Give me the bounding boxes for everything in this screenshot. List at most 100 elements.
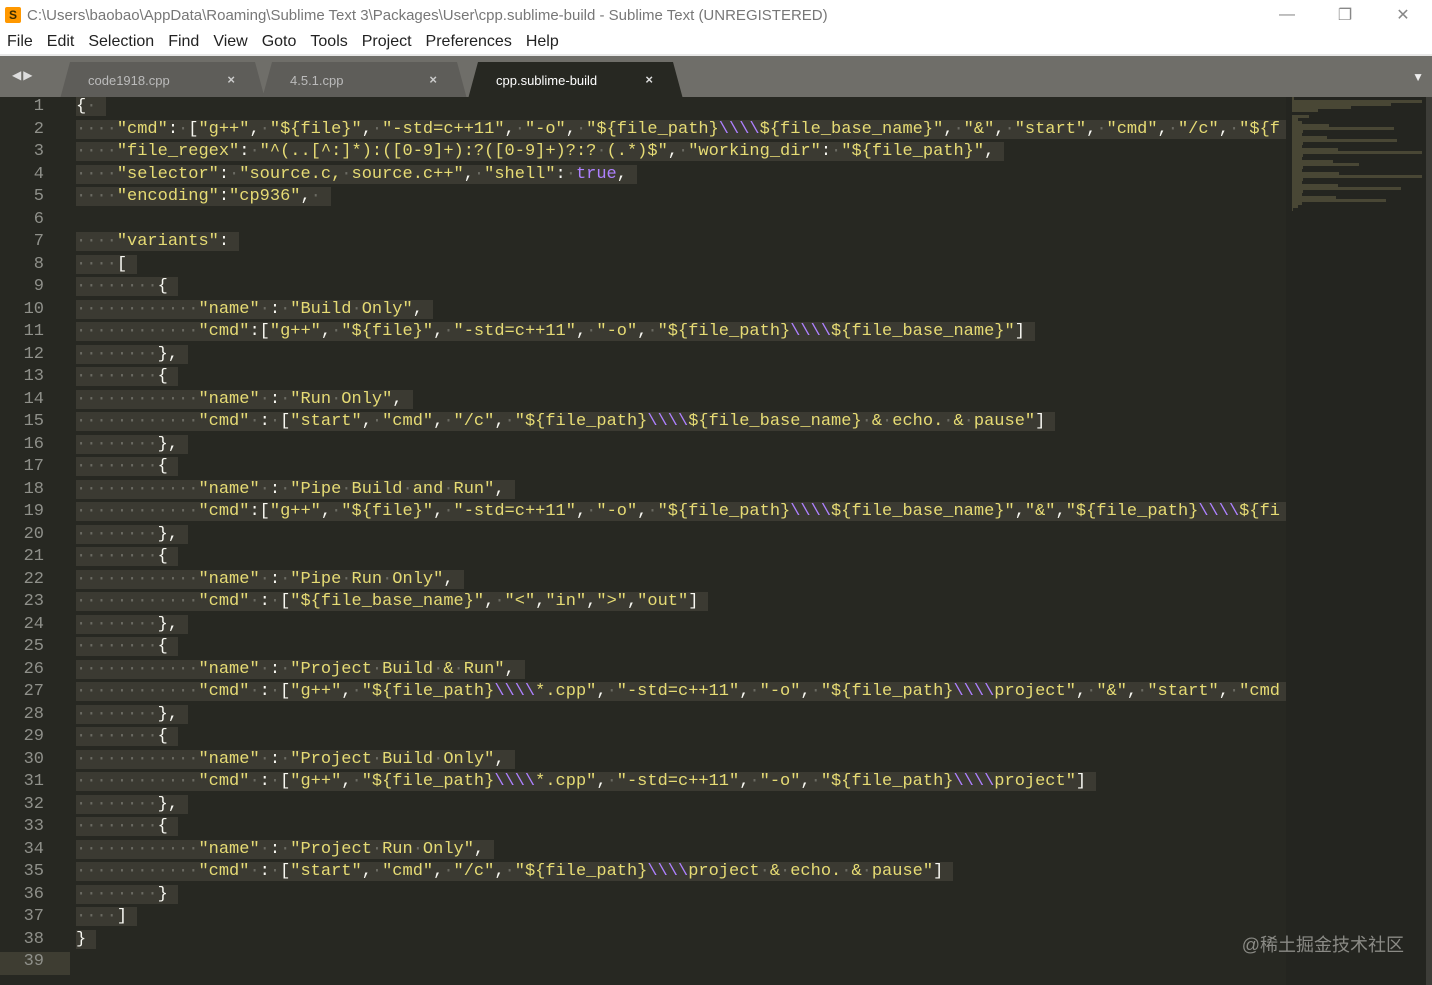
minimap-line [1292, 127, 1395, 130]
restore-button[interactable]: ❐ [1316, 0, 1374, 30]
code-line: ········{ [76, 637, 1286, 660]
line-number: 23 [23, 592, 44, 611]
line-number: 14 [23, 389, 44, 409]
menu-goto[interactable]: Goto [262, 33, 297, 51]
minimap[interactable] [1286, 97, 1426, 985]
code-line: ····"selector":·"source.c,·source.c++",·… [76, 164, 1286, 188]
line-number: 27 [23, 682, 44, 701]
line-number: 13 [23, 367, 44, 386]
menu-selection[interactable]: Selection [88, 33, 154, 51]
title-bar: S C:\Users\baobao\AppData\Roaming\Sublim… [0, 0, 1432, 30]
code-line: ········{ [76, 367, 1286, 390]
line-number: 11 [23, 322, 44, 341]
close-button[interactable]: ✕ [1374, 0, 1432, 30]
menu-help[interactable]: Help [526, 33, 559, 51]
minimap-line [1292, 208, 1294, 211]
code-line: ········{ [76, 727, 1286, 750]
watermark: @稀土掘金技术社区 [1241, 935, 1404, 955]
code-line: ········}, [76, 344, 1286, 368]
line-number: 39 [0, 952, 70, 975]
line-number: 6 [33, 209, 44, 229]
menu-tools[interactable]: Tools [310, 33, 347, 51]
line-number: 22 [23, 569, 44, 589]
code-line: ············"name"·:·"Pipe·Build·and·Run… [76, 479, 1286, 503]
code-line: ········}, [76, 704, 1286, 728]
line-number: 9 [33, 277, 44, 296]
line-number: 35 [23, 862, 44, 881]
code-line: ············"cmd"·:·["start",·"cmd",·"/c… [76, 412, 1286, 435]
code-line: ············"cmd"·:·["start",·"cmd",·"/c… [76, 862, 1286, 885]
line-number: 30 [23, 749, 44, 769]
line-number: 3 [33, 142, 44, 161]
line-number: 19 [23, 502, 44, 521]
tab-nav-arrows-icon[interactable]: ◀▶ [12, 68, 34, 82]
code-line: ········}, [76, 434, 1286, 458]
code-line: ········}, [76, 794, 1286, 818]
line-number: 26 [23, 659, 44, 679]
line-number: 37 [23, 907, 44, 926]
line-number: 8 [33, 254, 44, 274]
line-number: 7 [33, 232, 44, 251]
code-line: ········} [76, 884, 1286, 908]
line-number: 10 [23, 299, 44, 319]
code-line: ············"name"·:·"Build·Only", [76, 299, 1286, 323]
code-line: ············"name"·:·"Project·Build·Only… [76, 749, 1286, 773]
menu-project[interactable]: Project [362, 33, 412, 51]
code-line: ····"encoding":"cp936",· [76, 187, 1286, 210]
code-line: ········{ [76, 547, 1286, 570]
tab-close-icon[interactable]: × [645, 72, 653, 87]
menu-preferences[interactable]: Preferences [426, 33, 512, 51]
code-line: ············"name"·:·"Project·Build·&·Ru… [76, 659, 1286, 683]
line-number: 20 [23, 524, 44, 544]
tab-1[interactable]: 4.5.1.cpp × [262, 62, 467, 99]
code-line: ············"cmd"·:·["g++",·"${file_path… [76, 772, 1286, 795]
line-number: 29 [23, 727, 44, 746]
line-number: 17 [23, 457, 44, 476]
tab-close-icon[interactable]: × [227, 72, 235, 87]
code-line: ············"cmd"·:·["${file_base_name}"… [76, 592, 1286, 615]
tab-0[interactable]: code1918.cpp × [60, 62, 265, 99]
minimap-line [1292, 109, 1319, 112]
code-line: {· [76, 97, 1286, 120]
tab-label: cpp.sublime-build [496, 73, 598, 88]
sublime-logo-icon: S [5, 7, 21, 23]
line-number: 4 [33, 164, 44, 184]
minimap-line [1292, 139, 1397, 142]
code-line: ········}, [76, 524, 1286, 548]
code-line: ········{ [76, 457, 1286, 480]
vertical-scrollbar[interactable] [1426, 97, 1432, 985]
line-number: 36 [23, 884, 44, 904]
line-number: 38 [23, 929, 44, 949]
menu-bar: File Edit Selection Find View Goto Tools Projec… [0, 30, 1432, 54]
tab-dropdown-icon[interactable]: ▼ [1412, 70, 1424, 84]
line-number: 18 [23, 479, 44, 499]
line-number: 31 [23, 772, 44, 791]
menu-file[interactable]: File [7, 33, 33, 51]
code-line: ············"cmd":["g++",·"${file}",·"-s… [76, 322, 1286, 345]
editor[interactable]: 1 2 3 4 5 6 7 8 9 10 11 12 13 14 15 16 17 18 19 20 21 22 23 24 2… [0, 97, 1432, 985]
line-number: 1 [33, 97, 44, 116]
menu-find[interactable]: Find [168, 33, 199, 51]
minimize-button[interactable]: — [1258, 0, 1316, 30]
code-area[interactable]: {· ····"cmd":·["g++",·"${file}",·"-std=c+… [76, 97, 1286, 985]
tab-label: 4.5.1.cpp [290, 73, 344, 88]
menu-edit[interactable]: Edit [47, 33, 75, 51]
line-number: 24 [23, 614, 44, 634]
line-number: 33 [23, 817, 44, 836]
line-number: 25 [23, 637, 44, 656]
menu-view[interactable]: View [213, 33, 247, 51]
code-line: ····] [76, 907, 1286, 930]
code-line: ········{ [76, 817, 1286, 840]
line-number: 32 [23, 794, 44, 814]
line-number: 21 [23, 547, 44, 566]
code-line: ············"cmd":["g++",·"${file}",·"-s… [76, 502, 1286, 525]
tab-bar: ◀▶ code1918.cpp × 4.5.1.cpp × cpp.sublime-bu… [0, 54, 1432, 97]
code-line: ············"name"·:·"Project·Run·Only", [76, 839, 1286, 863]
tab-2[interactable]: cpp.sublime-build × [468, 62, 683, 99]
tab-label: code1918.cpp [88, 73, 170, 88]
code-line: ····"variants": [76, 232, 1286, 255]
code-line: } [76, 929, 1286, 953]
tab-close-icon[interactable]: × [429, 72, 437, 87]
minimap-line [1292, 187, 1401, 190]
